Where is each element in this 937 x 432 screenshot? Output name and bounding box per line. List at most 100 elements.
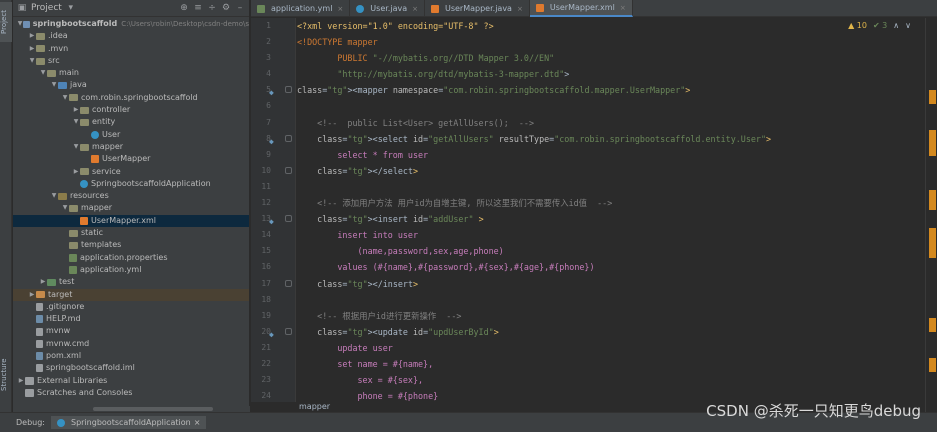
tree-item[interactable]: ▶ .idea [13,30,249,42]
line-number[interactable]: 4 [251,66,295,82]
code-line[interactable]: set name = #{name}, [297,356,925,372]
tree-item[interactable]: ▼ main [13,67,249,79]
tree-item[interactable]: .gitignore [13,301,249,313]
tree-item[interactable]: ▼ java [13,79,249,91]
line-number[interactable]: 9 [251,147,295,163]
warning-marker[interactable] [929,90,936,104]
tree-item[interactable]: ▼ entity [13,116,249,128]
line-number[interactable]: 11 [251,179,295,195]
code-line[interactable]: update user [297,340,925,356]
tree-item[interactable]: static [13,227,249,239]
close-icon[interactable]: × [412,5,418,13]
chevron-down-icon[interactable]: ▼ [50,190,58,202]
close-icon[interactable]: × [194,418,201,427]
code-line[interactable] [297,98,925,114]
ok-count[interactable]: ✔ 3 [873,21,887,30]
line-number[interactable]: 7 [251,115,295,131]
fold-icon[interactable] [285,327,292,335]
code-line[interactable]: values (#{name},#{password},#{sex},#{age… [297,259,925,275]
warning-marker[interactable] [929,358,936,372]
close-icon[interactable]: × [337,5,343,13]
chevron-down-icon[interactable]: ▼ [50,79,58,91]
warning-marker[interactable] [929,130,936,156]
line-number[interactable]: 21 [251,340,295,356]
line-number[interactable]: 23 [251,372,295,388]
code-line[interactable]: (name,password,sex,age,phone) [297,243,925,259]
tree-item[interactable]: springbootscaffold.iml [13,362,249,374]
code-line[interactable] [297,179,925,195]
project-panel-title[interactable]: Project [31,3,62,13]
line-number[interactable]: 18 [251,292,295,308]
line-number[interactable]: 5 ◆ [251,82,295,98]
editor-tab[interactable]: application.yml × [251,0,351,17]
chevron-right-icon[interactable]: ▶ [72,104,80,116]
chevron-right-icon[interactable]: ▶ [17,375,25,387]
line-number[interactable]: 17 [251,276,295,292]
code-line[interactable] [297,292,925,308]
tree-item[interactable]: ▶ .mvn [13,43,249,55]
code-line[interactable]: class="tg"><update id="updUserById"> [297,324,925,340]
line-number[interactable]: 22 [251,356,295,372]
editor-tab[interactable]: UserMapper.java × [425,0,530,17]
fold-icon[interactable] [285,215,292,223]
chevron-right-icon[interactable]: ▶ [72,166,80,178]
tree-item[interactable]: User [13,129,249,141]
code-editor[interactable]: <?xml version="1.0" encoding="UTF-8" ?> <… [297,18,925,402]
code-line[interactable]: select * from user [297,147,925,163]
line-number[interactable]: 2 [251,34,295,50]
line-number[interactable]: 10 [251,163,295,179]
tree-item[interactable]: ▶ target [13,288,249,301]
tree-item[interactable]: UserMapper.xml [13,214,249,228]
editor-tab[interactable]: UserMapper.xml × [529,0,633,17]
code-line[interactable]: class="tg"><insert id="addUser" > [297,211,925,227]
code-line[interactable]: insert into user [297,227,925,243]
code-line[interactable]: <!-- 根据用户id进行更新操作 --> [297,308,925,324]
close-icon[interactable]: × [517,5,523,13]
chevron-down-icon[interactable]: ▼ [61,202,69,214]
line-number[interactable]: 12 [251,195,295,211]
code-line[interactable]: sex = #{sex}, [297,372,925,388]
tree-item[interactable]: ▶ test [13,276,249,288]
tree-item[interactable]: mvnw.cmd [13,338,249,350]
chevron-down-icon[interactable]: ▼ [72,116,80,128]
line-number[interactable]: 20 ◆ [251,324,295,340]
tree-item[interactable]: ▼ mapper [13,141,249,153]
structure-tool-tab[interactable]: Structure [0,355,12,395]
fold-icon[interactable] [285,134,292,142]
code-line[interactable]: class="tg"><select id="getAllUsers" resu… [297,131,925,147]
inspection-widget[interactable]: ▲ 10 ✔ 3 ∧ ∨ [848,21,911,30]
code-line[interactable]: <!-- 添加用户方法 用户id为自增主键, 所以这里我们不需要传入id值 --… [297,195,925,211]
chevron-right-icon[interactable]: ▶ [28,43,36,55]
line-number[interactable]: 3 [251,50,295,66]
project-tool-tab[interactable]: Project [0,2,12,42]
line-number[interactable]: 13 ◆ [251,211,295,227]
code-line[interactable]: PUBLIC "-//mybatis.org//DTD Mapper 3.0//… [297,50,925,66]
warning-count[interactable]: ▲ 10 [848,21,867,30]
chevron-down-icon[interactable]: ∨ [905,21,911,30]
tree-item[interactable]: ▼ mapper [13,202,249,214]
tree-item[interactable]: application.yml [13,264,249,276]
chevron-right-icon[interactable]: ▶ [39,276,47,288]
line-number[interactable]: 8 ◆ [251,131,295,147]
line-number[interactable]: 16 [251,259,295,275]
code-line[interactable]: class="tg"><mapper namespace="com.robin.… [297,82,925,98]
tree-item[interactable]: application.properties [13,252,249,264]
tree-item[interactable]: ▶ controller [13,104,249,116]
chevron-down-icon[interactable]: ▼ [39,67,47,79]
expand-icon[interactable]: ÷ [207,3,217,13]
fold-icon[interactable] [285,166,292,174]
code-line[interactable]: class="tg"></insert> [297,276,925,292]
code-line[interactable]: <?xml version="1.0" encoding="UTF-8" ?> [297,18,925,34]
warning-marker[interactable] [929,318,936,332]
chevron-right-icon[interactable]: ▶ [28,30,36,42]
debug-config-tab[interactable]: SpringbootscaffoldApplication × [51,416,207,429]
close-icon[interactable]: × [620,4,626,12]
line-number[interactable]: 1 [251,18,295,34]
chevron-down-icon[interactable]: ▼ [28,55,36,67]
locate-icon[interactable]: ⊕ [179,3,189,13]
collapse-icon[interactable]: ≡ [193,3,203,13]
tree-item[interactable]: pom.xml [13,350,249,362]
minimize-icon[interactable]: – [235,3,245,13]
chevron-right-icon[interactable]: ▶ [28,289,36,301]
chevron-down-icon[interactable]: ▼ [61,92,69,104]
